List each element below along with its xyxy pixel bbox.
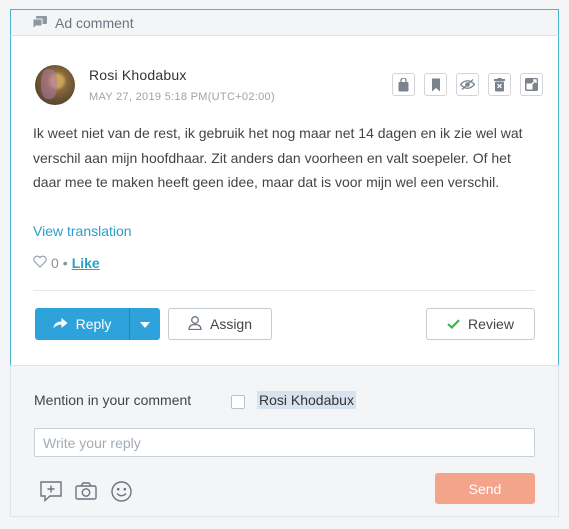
assign-button[interactable]: Assign	[168, 308, 272, 340]
comment-card: Rosi Khodabux MAY 27, 2019 5:18 PM(UTC+0…	[10, 35, 559, 365]
header-title: Ad comment	[55, 14, 134, 31]
author-name[interactable]: Rosi Khodabux	[89, 67, 187, 83]
comment-text: Ik weet niet van de rest, ik gebruik het…	[33, 125, 523, 190]
reply-label: Reply	[75, 316, 112, 332]
like-count: 0	[51, 255, 59, 271]
review-button[interactable]: Review	[426, 308, 535, 340]
reply-area: Mention in your comment Rosi Khodabux Se…	[10, 365, 559, 517]
comment-header: Ad comment	[10, 9, 559, 35]
comment-toolbar	[392, 73, 543, 96]
assign-label: Assign	[209, 316, 253, 332]
reply-arrow-icon	[53, 316, 68, 332]
mention-name[interactable]: Rosi Khodabux	[257, 391, 356, 409]
hide-icon[interactable]	[456, 73, 479, 96]
bookmark-icon[interactable]	[424, 73, 447, 96]
reply-tools	[39, 479, 133, 503]
avatar[interactable]	[35, 65, 75, 105]
reply-button[interactable]: Reply	[35, 308, 160, 340]
emoji-icon[interactable]	[109, 479, 133, 503]
chevron-down-icon	[140, 315, 150, 333]
like-separator: •	[62, 255, 68, 271]
reply-dropdown-button[interactable]	[129, 308, 160, 340]
heart-icon[interactable]	[33, 255, 47, 271]
bag-icon[interactable]	[392, 73, 415, 96]
add-comment-icon[interactable]	[39, 479, 63, 503]
mention-checkbox[interactable]	[231, 395, 245, 409]
like-link[interactable]: Like	[72, 255, 100, 271]
send-button[interactable]: Send	[435, 473, 535, 504]
mention-label: Mention in your comment	[34, 392, 192, 408]
camera-icon[interactable]	[74, 479, 98, 503]
comment-icon	[33, 16, 47, 29]
review-label: Review	[468, 316, 514, 332]
check-icon	[447, 316, 460, 332]
comment-timestamp: MAY 27, 2019 5:18 PM(UTC+02:00)	[89, 91, 275, 103]
export-icon[interactable]	[520, 73, 543, 96]
user-icon	[188, 315, 202, 333]
delete-icon[interactable]	[488, 73, 511, 96]
divider	[33, 290, 535, 291]
view-translation-link[interactable]: View translation	[33, 223, 132, 239]
reply-input[interactable]	[34, 428, 535, 457]
reply-main-button[interactable]: Reply	[35, 308, 129, 340]
like-row: 0 • Like	[33, 255, 100, 271]
